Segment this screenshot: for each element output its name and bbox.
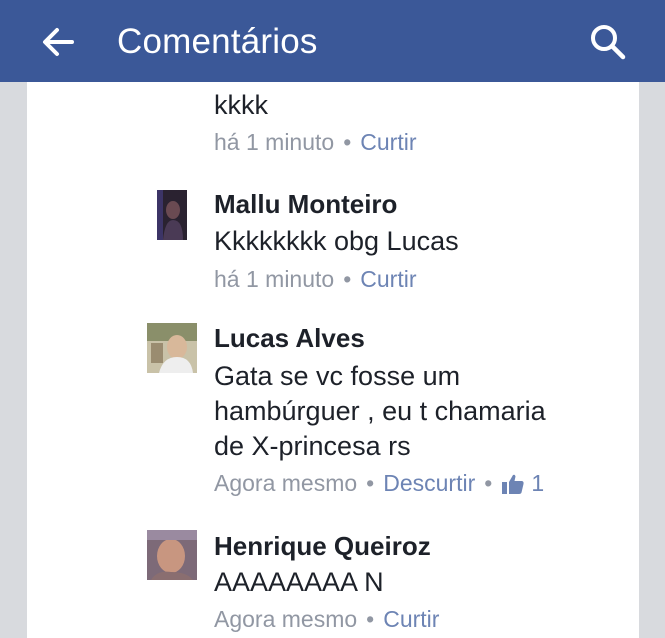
comment-text: kkkk (214, 90, 268, 120)
like-button[interactable]: Curtir (383, 606, 439, 633)
comment-meta: há 1 minuto • Curtir (214, 129, 417, 156)
avatar[interactable] (157, 190, 187, 240)
thumbs-up-icon (502, 474, 524, 494)
separator-dot: • (366, 606, 375, 632)
comment-time: há 1 minuto (214, 129, 335, 155)
comment-meta: Agora mesmo • Descurtir • 1 (214, 470, 544, 497)
comment-time: Agora mesmo (214, 606, 358, 632)
comment-meta: Agora mesmo • Curtir (214, 606, 439, 633)
search-icon (591, 25, 626, 60)
like-count[interactable]: 1 (501, 470, 544, 497)
author-name[interactable]: Lucas Alves (214, 323, 365, 354)
separator-dot: • (343, 129, 352, 155)
app-bar: Comentários (0, 0, 665, 82)
separator-dot: • (484, 470, 493, 496)
page-title: Comentários (117, 22, 318, 61)
separator-dot: • (343, 266, 352, 292)
search-button[interactable] (580, 14, 636, 70)
comment-time: há 1 minuto (214, 266, 335, 292)
comments-list: kkkk há 1 minuto • Curtir Mallu Monteiro… (27, 82, 639, 638)
unlike-button[interactable]: Descurtir (383, 470, 475, 497)
avatar[interactable] (147, 530, 197, 580)
like-button[interactable]: Curtir (360, 129, 416, 156)
separator-dot: • (366, 470, 375, 496)
like-button[interactable]: Curtir (360, 266, 416, 293)
author-name[interactable]: Mallu Monteiro (214, 189, 397, 220)
like-count-number: 1 (531, 470, 545, 496)
comment-text: Kkkkkkkk obg Lucas (214, 226, 459, 256)
avatar[interactable] (147, 323, 197, 373)
comment-text: AAAAAAAA N (214, 567, 384, 597)
author-name[interactable]: Henrique Queiroz (214, 531, 431, 562)
comment-text-line: hambúrguer , eu t chamaria (214, 396, 546, 426)
comment-meta: há 1 minuto • Curtir (214, 266, 417, 293)
comment-text-line: Gata se vc fosse um (214, 361, 461, 391)
comment-time: Agora mesmo (214, 470, 358, 496)
arrow-left-icon (43, 28, 74, 56)
back-button[interactable] (30, 14, 86, 70)
comment-text-line: de X-princesa rs (214, 431, 411, 461)
